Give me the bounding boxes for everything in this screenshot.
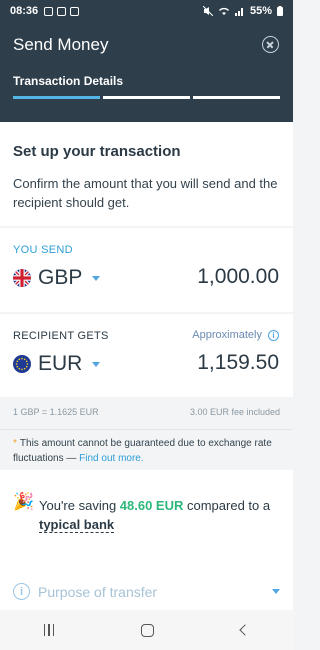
- signal-icon: [234, 8, 243, 16]
- status-bar: 08:36 55%: [0, 0, 293, 22]
- system-nav-bar: [0, 610, 293, 650]
- receive-label: RECIPIENT GETS: [13, 330, 109, 342]
- progress-step-2: [103, 96, 190, 99]
- section-description: Confirm the amount that you will send an…: [13, 176, 278, 210]
- party-popper-icon: 🎉: [13, 492, 35, 511]
- step-progress: [13, 96, 280, 99]
- app-notification-icon: [57, 6, 67, 16]
- send-amount-card: YOU SEND GBP 1,000.00: [0, 228, 293, 312]
- asterisk-icon: *: [13, 438, 17, 449]
- info-icon: i: [13, 583, 30, 600]
- status-right: 55%: [202, 5, 283, 17]
- mute-icon: [202, 6, 213, 16]
- chevron-down-icon: [272, 589, 280, 594]
- eu-flag-icon: [13, 355, 31, 373]
- receive-currency-code: EUR: [38, 352, 83, 375]
- purpose-of-transfer-select[interactable]: i Purpose of transfer: [13, 583, 280, 600]
- back-icon[interactable]: [239, 624, 252, 636]
- exchange-rate-row: 1 GBP = 1.1625 EUR 3.00 EUR fee included: [0, 397, 293, 427]
- uk-flag-icon: [13, 269, 31, 287]
- info-icon[interactable]: i: [268, 329, 279, 341]
- chevron-down-icon: [92, 275, 101, 281]
- page-title: Send Money: [13, 35, 109, 54]
- rate-disclaimer: * This amount cannot be guaranteed due to…: [0, 429, 293, 469]
- progress-step-3: [193, 96, 280, 99]
- typical-bank-link[interactable]: typical bank: [39, 517, 115, 533]
- section-heading: Set up your transaction: [13, 143, 181, 160]
- approximately-note: Approximately i: [192, 329, 279, 341]
- checkbox-icon: [70, 6, 80, 16]
- send-currency-selector[interactable]: GBP: [13, 266, 101, 290]
- wifi-icon: [218, 7, 229, 15]
- intro-section: Set up your transaction Confirm the amou…: [0, 122, 293, 226]
- gallery-icon: [44, 6, 54, 16]
- status-time: 08:36: [10, 5, 39, 17]
- recent-apps-icon[interactable]: [43, 624, 55, 636]
- savings-prefix: You're saving: [39, 498, 120, 513]
- send-currency-code: GBP: [38, 266, 83, 289]
- approximately-label: Approximately: [192, 329, 262, 341]
- exchange-rate: 1 GBP = 1.1625 EUR: [13, 407, 99, 417]
- battery-icon: [277, 6, 283, 16]
- send-label: YOU SEND: [13, 244, 73, 256]
- app-header: Send Money Transaction Details: [0, 22, 293, 122]
- progress-step-1: [13, 96, 100, 99]
- close-icon[interactable]: [262, 36, 279, 53]
- notification-icons: [44, 6, 80, 16]
- receive-amount-input[interactable]: 1,159.50: [197, 351, 279, 375]
- savings-text: You're saving 48.60 EUR compared to a ty…: [39, 496, 279, 534]
- find-out-more-link[interactable]: Find out more.: [79, 453, 143, 464]
- purpose-placeholder: Purpose of transfer: [38, 583, 158, 600]
- savings-middle: compared to a: [183, 498, 271, 513]
- step-label: Transaction Details: [13, 74, 124, 88]
- send-amount-input[interactable]: 1,000.00: [197, 265, 279, 289]
- savings-amount: 48.60 EUR: [119, 498, 184, 513]
- receive-amount-card: RECIPIENT GETS Approximately i EUR 1,159…: [0, 314, 293, 397]
- chevron-down-icon: [92, 361, 101, 367]
- battery-percent: 55%: [249, 5, 272, 17]
- fee-info: 3.00 EUR fee included: [189, 407, 280, 417]
- receive-currency-selector[interactable]: EUR: [13, 352, 101, 376]
- home-icon[interactable]: [141, 623, 155, 637]
